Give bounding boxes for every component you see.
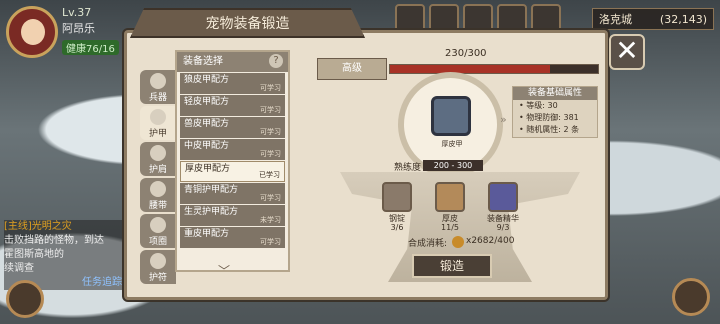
recipe-status: 可学习 [260,150,281,158]
player-health: 健康76/16 [62,40,119,55]
recipe-item[interactable]: 中皮甲配方可学习 [180,139,285,160]
recipe-item[interactable]: 狼皮甲配方可学习 [180,73,285,94]
material-name: 装备精华 [487,214,519,223]
location-coords: (32,143) [659,12,707,26]
panel-title: 宠物装备锻造 [130,8,365,38]
recipe-status: 已学习 [259,171,280,179]
material-count: 9/3 [496,223,510,232]
recipe-item[interactable]: 青铜护甲配方可学习 [180,183,285,204]
home-icon[interactable] [672,278,710,316]
chat-icon[interactable] [6,280,44,318]
forge-button[interactable]: 锻造 [412,254,492,278]
recipe-name: 青铜护甲配方 [184,185,239,195]
attribute-line: • 等级: 30 [519,101,558,110]
recipe-item[interactable]: 重皮甲配方可学习 [180,227,285,248]
tab-label: 护甲 [148,129,167,139]
attribute-line: • 物理防御: 381 [519,113,579,122]
tab-armor[interactable]: 护甲 [140,106,176,140]
recipe-item[interactable]: 轻皮甲配方可学习 [180,95,285,116]
material-label: 钢锭 3/6 [372,214,422,232]
tab-collar[interactable]: 项圈 [140,214,176,248]
recipe-status: 可学习 [260,106,281,114]
recipe-status: 可学习 [260,194,281,202]
belt-icon [150,181,166,197]
recipe-name: 中皮甲配方 [184,141,230,151]
armor-item-icon[interactable]: 厚皮甲 [431,96,471,148]
recipe-status: 可学习 [260,128,281,136]
recipe-status: 可学习 [260,84,281,92]
list-header-label: 装备选择 [183,56,223,67]
tab-label: 护符 [148,273,167,283]
material-name: 厚皮 [442,214,458,223]
material-essence-icon[interactable] [488,182,518,212]
recipe-name: 狼皮甲配方 [184,75,230,85]
quest-title: [主线]光明之灾 [4,221,72,232]
material-hide-icon[interactable] [435,182,465,212]
list-header: 装备选择? [177,52,288,72]
close-button[interactable]: ✕ [609,34,645,70]
location-name: 洛克城 [599,13,632,26]
proficiency-label: 熟练度 [394,163,422,173]
material-name: 钢锭 [389,214,405,223]
tab-label: 护肩 [148,165,167,175]
player-level: Lv.37 [62,6,92,19]
cost-value: x2682/400 [466,236,515,246]
recipe-item[interactable]: 生灵护甲配方未学习 [180,205,285,226]
attribute-title: 装备基础属性 [513,87,597,100]
shoulder-icon [150,145,166,161]
recipe-status: 未学习 [260,216,281,224]
material-count: 11/5 [441,223,459,232]
tab-label: 项圈 [148,237,167,247]
recipe-item-selected[interactable]: 厚皮甲配方已学习 [180,161,285,182]
level-progress-track [389,64,599,74]
recipe-name: 生灵护甲配方 [184,207,239,217]
material-ingot-icon[interactable] [382,182,412,212]
tab-label: 腰带 [148,201,167,211]
recipe-name: 兽皮甲配方 [184,119,230,129]
material-label: 厚皮 11/5 [425,214,475,232]
attribute-line: • 随机属性: 2 条 [519,125,580,134]
tab-label: 兵器 [148,93,167,103]
menu-button-2[interactable] [429,4,459,32]
recipe-name: 厚皮甲配方 [185,164,231,174]
attribute-box: 装备基础属性 • 等级: 30 • 物理防御: 381 • 随机属性: 2 条 [512,86,598,138]
player-avatar[interactable] [6,6,58,58]
menu-button-5[interactable] [531,4,561,32]
menu-button-1[interactable] [395,4,425,32]
location-display[interactable]: 洛克城 (32,143) [592,8,714,30]
recipe-status: 可学习 [260,238,281,246]
chevron-down-icon[interactable]: ﹀ [218,262,230,279]
item-name: 厚皮甲 [441,140,463,148]
quest-line: 霍图斯高地的 [4,249,64,260]
armor-icon [150,109,166,125]
recipe-item[interactable]: 兽皮甲配方可学习 [180,117,285,138]
quest-line: 续调查 [4,263,34,274]
forge-level-label: 高级 [317,58,387,80]
cost-label: 合成消耗: [408,239,448,249]
amulet-icon [150,253,166,269]
level-progress-fill [390,65,550,73]
avatar-face [21,19,45,45]
menu-button-3[interactable] [463,4,493,32]
menu-button-4[interactable] [497,4,527,32]
player-name: 阿昂乐 [62,22,95,35]
help-icon[interactable]: ? [269,54,283,68]
sword-icon [150,73,166,89]
material-label: 装备精华 9/3 [478,214,528,232]
material-count: 3/6 [390,223,404,232]
tab-belt[interactable]: 腰带 [140,178,176,212]
coin-icon [452,236,464,248]
category-tabs: 兵器 护甲 护肩 腰带 项圈 护符 [140,70,176,286]
arrow-right-icon: » [500,113,507,126]
tab-weapon[interactable]: 兵器 [140,70,176,104]
tab-shoulder[interactable]: 护肩 [140,142,176,176]
tab-amulet[interactable]: 护符 [140,250,176,284]
collar-icon [150,217,166,233]
quest-line: 击败挡路的怪物，到达 [4,235,104,246]
recipe-list[interactable]: 装备选择? 狼皮甲配方 可学习 轻皮甲配方 可学习 兽皮甲配方 可学习 中皮甲配方 可学… [175,50,290,272]
recipe-name: 轻皮甲配方 [184,97,230,107]
recipe-name: 重皮甲配方 [184,229,230,239]
proficiency-value: 200 - 300 [423,160,483,171]
